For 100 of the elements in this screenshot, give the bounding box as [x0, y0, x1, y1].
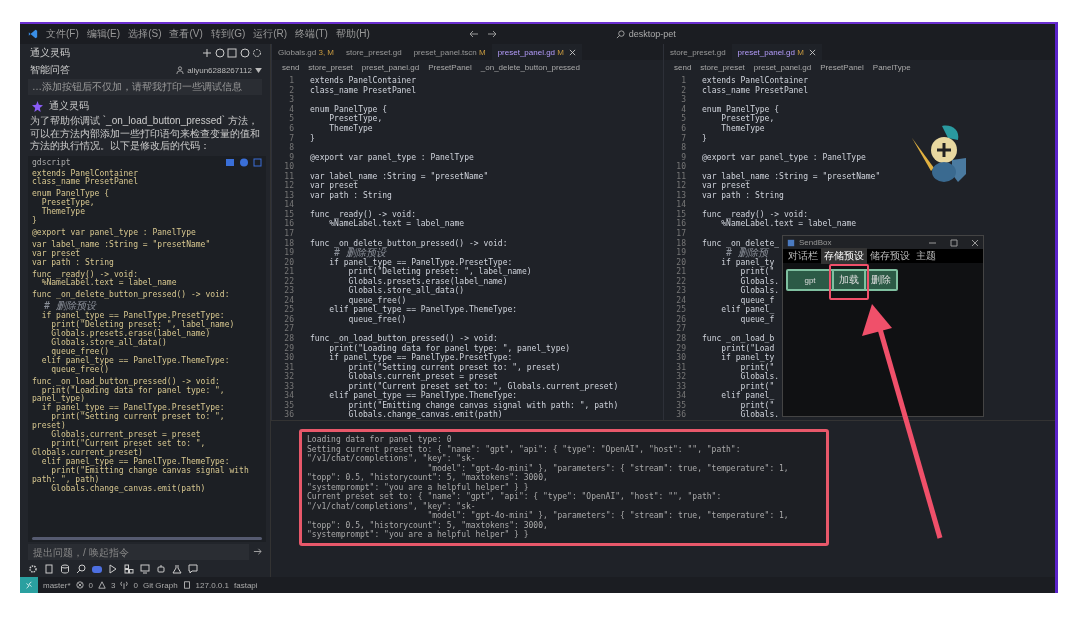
- scrollbar[interactable]: [32, 537, 262, 540]
- ports-count[interactable]: 0: [133, 580, 138, 590]
- breadcrumb-item[interactable]: store_preset: [700, 62, 745, 72]
- code-line: # 删除预设: [44, 300, 97, 312]
- file-tab[interactable]: store_preset.gd: [664, 44, 732, 60]
- menu-item[interactable]: 选择(S): [128, 27, 162, 41]
- code-line: Globals.current_preset = preset: [347, 372, 498, 382]
- menu-item[interactable]: 运行(R): [253, 27, 288, 41]
- file-tab[interactable]: preset_panel.gd M: [731, 44, 822, 60]
- code-line: %NameLabel.text = label_name: [328, 219, 465, 229]
- close-icon[interactable]: [808, 48, 816, 56]
- environment-status[interactable]: fastapi: [234, 580, 258, 590]
- app-tab[interactable]: 主题: [913, 248, 939, 264]
- server-icon: [182, 581, 191, 589]
- panel-actions-icon[interactable]: [202, 48, 262, 58]
- line-number: 8: [680, 143, 686, 153]
- breadcrumb-item[interactable]: PanelType: [872, 62, 911, 72]
- caret-icon[interactable]: [255, 67, 262, 73]
- robot-icon[interactable]: [156, 564, 166, 574]
- chat-icon[interactable]: [188, 564, 198, 574]
- database-icon[interactable]: [60, 564, 70, 574]
- code-line: queue_free(): [51, 347, 110, 357]
- code-line: elif panel_type == PanelType.ThemeType:: [328, 391, 518, 401]
- file-tab[interactable]: store_preset.gd: [340, 44, 408, 60]
- breadcrumb-item[interactable]: preset_panel.gd: [753, 62, 812, 72]
- window-controls-icon[interactable]: [929, 238, 979, 247]
- line-number: 25: [283, 305, 294, 315]
- editor-logo-icon: [28, 29, 38, 39]
- chat-input-field[interactable]: 提出问题，/ 唤起指令: [28, 544, 249, 560]
- menu-item[interactable]: 帮助(H): [335, 27, 370, 41]
- line-number: 6: [680, 124, 686, 133]
- line-number: 23: [283, 286, 294, 296]
- file-tab[interactable]: Globals.gd 3, M: [272, 44, 341, 60]
- line-number: 1: [288, 76, 294, 86]
- line-number: 10: [675, 162, 686, 172]
- branch-status[interactable]: master*: [43, 580, 71, 590]
- line-number: 14: [675, 200, 686, 210]
- line-number: 24: [283, 295, 294, 305]
- git-graph-link[interactable]: Git Graph: [142, 580, 178, 590]
- search-field[interactable]: desktop-pet: [615, 29, 676, 39]
- search-icon[interactable]: [76, 564, 86, 574]
- line-number: 24: [675, 295, 686, 305]
- extensions-icon[interactable]: [124, 564, 134, 574]
- line-number: 7: [680, 133, 686, 143]
- breadcrumb-item[interactable]: preset_panel.gd: [361, 62, 420, 72]
- flask-icon[interactable]: [172, 564, 182, 574]
- code-line: var preset: [310, 181, 359, 191]
- files-icon[interactable]: [44, 564, 54, 574]
- file-tab[interactable]: preset_panel.tscn M: [407, 44, 492, 60]
- line-number: 6: [288, 124, 294, 133]
- code-line: func _ready() -> void:: [310, 209, 416, 219]
- app-tab[interactable]: 存储预设: [821, 248, 867, 264]
- code-line: queue_f: [740, 295, 775, 305]
- line-number: 21: [675, 267, 686, 277]
- line-number: 19: [283, 248, 294, 258]
- monitor-icon[interactable]: [140, 564, 150, 574]
- nav-arrows-icon[interactable]: [467, 29, 498, 39]
- code-line: elif panel_: [720, 305, 775, 315]
- breadcrumb-item[interactable]: send: [674, 62, 692, 72]
- menu-item[interactable]: 编辑(E): [86, 27, 121, 41]
- menu-item[interactable]: 转到(G): [210, 27, 246, 41]
- breadcrumb-item[interactable]: PresetPanel: [820, 62, 864, 72]
- code-actions-icon[interactable]: [226, 157, 262, 167]
- code-line: elif panel_: [720, 391, 775, 401]
- warning-icon: [98, 581, 106, 589]
- file-tab[interactable]: preset_panel.gd M: [491, 44, 582, 60]
- line-number: 35: [675, 400, 686, 410]
- error-count[interactable]: 0: [88, 580, 93, 590]
- line-number: 15: [283, 209, 294, 219]
- line-number: 16: [283, 219, 294, 229]
- menu-item[interactable]: 查看(V): [169, 27, 203, 41]
- app-tab[interactable]: 对话栏: [785, 248, 821, 264]
- code-line: class_name PresetPanel: [32, 178, 139, 188]
- code-line: ThemeType: [40, 208, 85, 218]
- close-icon[interactable]: [568, 48, 576, 56]
- app-tab[interactable]: 储存预设: [867, 248, 913, 264]
- host-status[interactable]: 127.0.0.1: [195, 580, 229, 590]
- code-line: var label_name :String = "presetName": [310, 171, 489, 181]
- code-line: PresetType,: [40, 199, 95, 208]
- code-line: if panel_ty: [720, 257, 775, 267]
- breadcrumb-item[interactable]: send: [282, 62, 300, 72]
- output-line: Loading data for panel type: 0: [307, 435, 453, 445]
- code-line: print(": [740, 267, 775, 277]
- warning-count[interactable]: 3: [111, 580, 116, 590]
- line-number: 13: [675, 190, 686, 200]
- line-number: 2: [680, 85, 686, 95]
- line-number: 32: [283, 372, 294, 382]
- code-line: Globals.change_canvas.emit(path): [51, 484, 207, 494]
- user-selector[interactable]: aliyun6288267112: [187, 65, 252, 75]
- breadcrumb-item[interactable]: PresetPanel: [428, 62, 472, 72]
- breadcrumb-item[interactable]: store_preset: [308, 62, 353, 72]
- code-line: func _on_load_button_pressed() -> void:: [32, 377, 220, 387]
- menu-item[interactable]: 文件(F): [46, 27, 79, 41]
- run-icon[interactable]: [108, 564, 118, 574]
- code-line: }: [32, 217, 38, 226]
- line-number: 30: [675, 353, 686, 363]
- menu-item[interactable]: 终端(T): [295, 27, 328, 41]
- gear-icon[interactable]: [28, 564, 38, 574]
- code-line: }: [702, 133, 707, 143]
- breadcrumb-item[interactable]: _on_delete_button_pressed: [480, 62, 580, 72]
